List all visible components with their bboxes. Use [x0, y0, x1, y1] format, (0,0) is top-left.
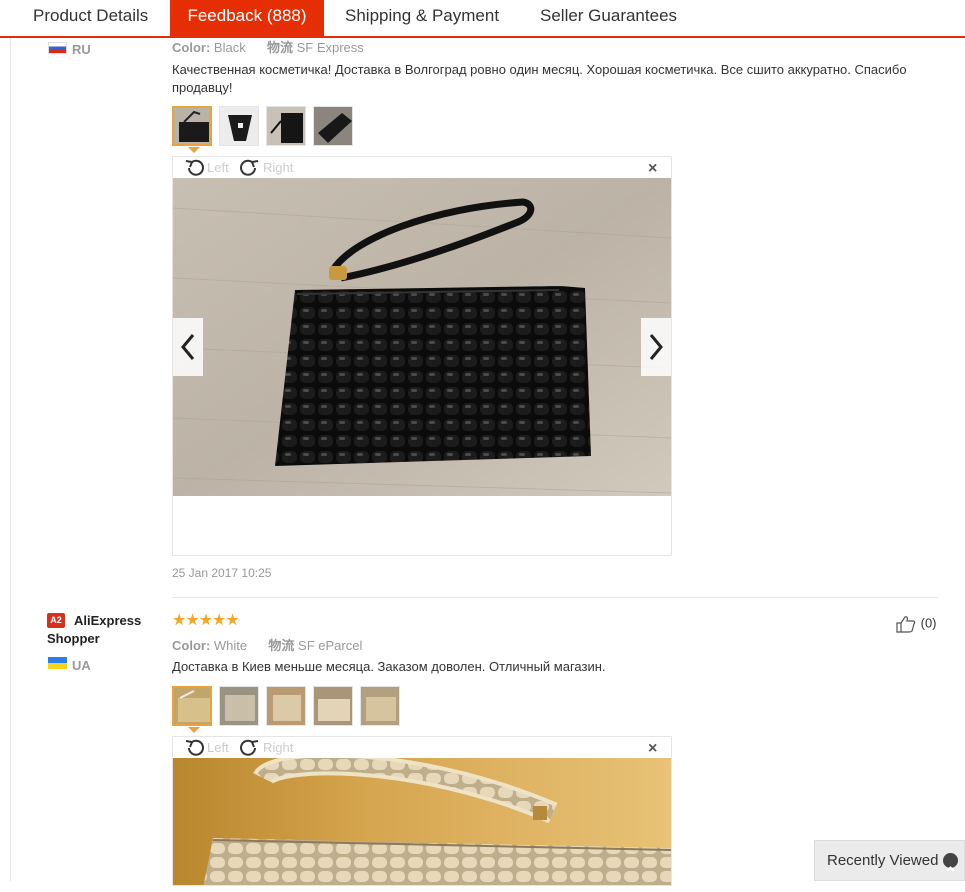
- tab-feedback[interactable]: Feedback (888): [170, 0, 324, 36]
- color-label: Color:: [172, 638, 211, 653]
- tab-bar: Product Details Feedback (888) Shipping …: [0, 0, 965, 38]
- rotate-left-button[interactable]: Left: [183, 739, 229, 756]
- color-value: White: [213, 638, 248, 653]
- selected-caret-icon: [188, 147, 200, 153]
- reviewer-country: UA: [72, 658, 91, 673]
- tab-seller-guarantees[interactable]: Seller Guarantees: [540, 0, 677, 36]
- rotate-left-icon: [185, 739, 204, 756]
- reviewer-country: RU: [72, 42, 91, 57]
- tab-product-details[interactable]: Product Details: [33, 0, 148, 36]
- review-photo-thumb[interactable]: [266, 686, 306, 726]
- review-photo-thumb[interactable]: [172, 106, 212, 146]
- rotate-right-icon: [240, 159, 259, 176]
- chevron-left-icon: [181, 334, 195, 360]
- close-viewer-button[interactable]: ×: [648, 160, 657, 178]
- helpful-count: (0): [920, 615, 937, 631]
- review-photo-thumb[interactable]: [219, 686, 259, 726]
- shipping-label: 物流: [268, 638, 295, 653]
- review-photo-thumb[interactable]: [360, 686, 400, 726]
- review-divider: [172, 597, 938, 598]
- ukraine-flag-icon: [48, 657, 67, 669]
- shipping-value: SF eParcel: [298, 638, 363, 653]
- thumbs-up-icon: [896, 616, 916, 633]
- rotate-right-button[interactable]: Right: [239, 739, 294, 756]
- close-viewer-button[interactable]: ×: [648, 740, 657, 758]
- review-comment: Доставка в Киев меньше месяца. Заказом д…: [172, 659, 606, 674]
- shipping-value: SF Express: [296, 40, 364, 55]
- rotate-left-icon: [185, 159, 204, 176]
- review-comment: Качественная косметичка! Доставка в Волг…: [172, 62, 907, 95]
- recently-viewed-button[interactable]: Recently Viewed: [814, 840, 965, 881]
- review-photo-thumb[interactable]: [266, 106, 306, 146]
- shipping-label: 物流: [266, 40, 293, 55]
- photo-viewer: Left Right ×: [172, 736, 672, 886]
- review-meta: Color: Black 物流 SF Express: [172, 37, 364, 56]
- review-photo-large: [173, 758, 671, 885]
- prev-photo-button[interactable]: [173, 318, 203, 376]
- recently-viewed-label: Recently Viewed: [827, 852, 939, 869]
- review-photo-thumb[interactable]: [219, 106, 259, 146]
- chevron-up-icon: [943, 853, 958, 872]
- helpful-button[interactable]: (0): [895, 614, 937, 634]
- rotate-left-label: Left: [207, 160, 229, 175]
- review-date: 25 Jan 2017 10:25: [172, 566, 272, 580]
- rotate-right-button[interactable]: Right: [239, 159, 294, 176]
- rotate-right-icon: [240, 739, 259, 756]
- star-rating: ★★★★★: [172, 612, 240, 629]
- russia-flag-icon: [48, 42, 67, 54]
- color-value: Black: [213, 40, 246, 55]
- review-meta: Color: White 物流 SF eParcel: [172, 635, 362, 654]
- reviewer-name: AliExpress Shopper: [47, 613, 142, 646]
- content-border: [10, 38, 11, 881]
- chevron-right-icon: [649, 334, 663, 360]
- rotate-left-label: Left: [207, 740, 229, 755]
- review-photo-large: [173, 178, 671, 496]
- selected-caret-icon: [188, 727, 200, 733]
- review-photo-thumb[interactable]: [172, 686, 212, 726]
- next-photo-button[interactable]: [641, 318, 671, 376]
- review-photo-thumb[interactable]: [313, 106, 353, 146]
- photo-viewer: Left Right ×: [172, 156, 672, 556]
- color-label: Color:: [172, 40, 211, 55]
- rotate-left-button[interactable]: Left: [183, 159, 229, 176]
- tab-shipping-payment[interactable]: Shipping & Payment: [345, 0, 499, 36]
- review-photo-thumb[interactable]: [313, 686, 353, 726]
- rotate-right-label: Right: [263, 160, 294, 175]
- rotate-right-label: Right: [263, 740, 294, 755]
